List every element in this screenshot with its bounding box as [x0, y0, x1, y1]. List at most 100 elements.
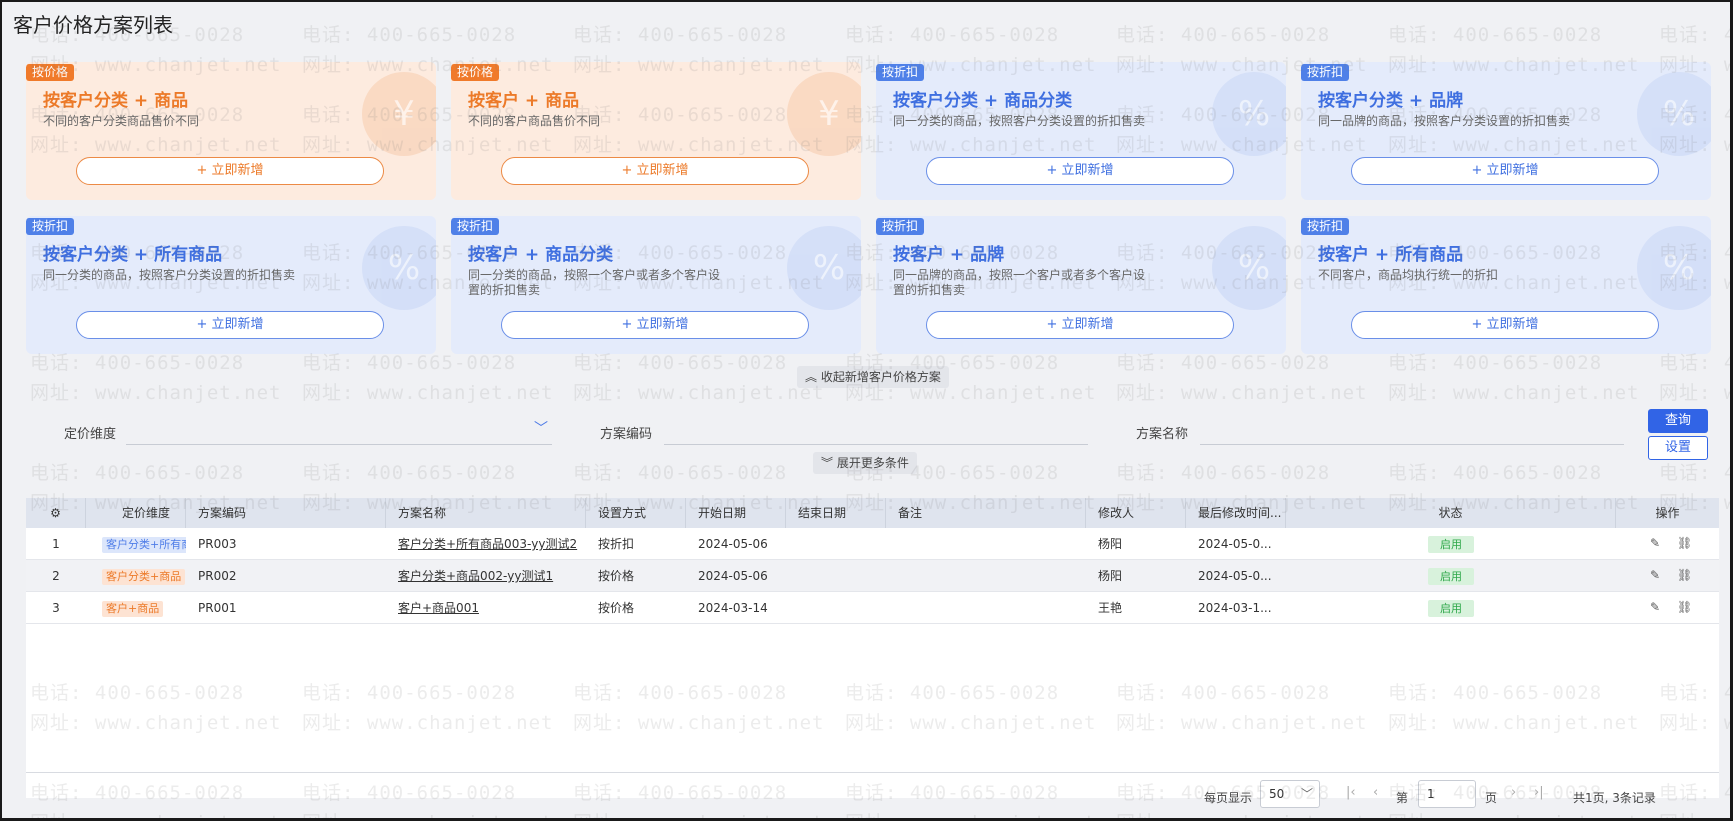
- scheme-card: % 按折扣 按客户分类 + 品牌 同一品牌的商品，按照客户分类设置的折扣售卖 + 立即新…: [1301, 62, 1711, 200]
- card-description: 不同的客户分类商品售价不同: [43, 114, 200, 128]
- modified-time-cell: 2024-05-0...: [1198, 537, 1272, 551]
- scheme-name-link[interactable]: 客户+商品001: [398, 601, 479, 615]
- card-description: 同一分类的商品，按照客户分类设置的折扣售卖: [43, 268, 296, 282]
- setting-button[interactable]: 设置: [1648, 436, 1708, 460]
- watermark-site: 网址: www.chanjet.net: [1116, 808, 1367, 818]
- remark-cell: [898, 592, 1084, 624]
- pricing-dimension-select[interactable]: [126, 444, 552, 445]
- first-page-icon[interactable]: |‹: [1346, 785, 1356, 800]
- status-cell: 启用: [1286, 560, 1616, 592]
- link-icon[interactable]: ⛓: [1677, 537, 1692, 550]
- collapse-label: 收起新增客户价格方案: [820, 370, 941, 384]
- column-header: 修改人: [1086, 498, 1186, 528]
- scheme-name-link[interactable]: 客户分类+所有商品003-yy测试2: [398, 537, 577, 551]
- chevron-double-down-icon: ︾: [821, 456, 834, 470]
- watermark-phone: 电话: 400-665-0028: [1659, 24, 1730, 46]
- column-settings[interactable]: ⚙: [26, 498, 86, 528]
- card-type-tag: 按折扣: [876, 64, 925, 81]
- card-description: 同一分类的商品，按照客户分类设置的折扣售卖: [893, 114, 1146, 128]
- add-new-scheme-button[interactable]: + 立即新增: [501, 157, 809, 185]
- card-type-tag: 按价格: [451, 64, 500, 81]
- card-decoration-icon: ¥: [787, 72, 861, 156]
- setting-method-cell: 按价格: [598, 601, 635, 615]
- add-new-scheme-button[interactable]: + 立即新增: [76, 157, 384, 185]
- card-decoration-icon: %: [362, 226, 436, 310]
- page-title: 客户价格方案列表: [13, 13, 173, 37]
- add-new-scheme-button[interactable]: + 立即新增: [76, 311, 384, 339]
- column-header: 方案编码: [186, 498, 386, 528]
- scheme-table: ⚙ 定价维度 方案编码 方案名称 设置方式 开始日期 结束日期 备注 修改人 最…: [26, 498, 1719, 798]
- watermark-site: 网址: www.chanjet.net: [573, 382, 825, 404]
- table-row[interactable]: 1 客户分类+所有商品 PR003 客户分类+所有商品003-yy测试2 按折扣 2024…: [26, 528, 1719, 560]
- table-row[interactable]: 3 客户+商品 PR001 客户+商品001 按价格 2024-03-14 王艳 2024-0…: [26, 592, 1719, 624]
- link-icon[interactable]: ⛓: [1677, 601, 1692, 614]
- card-title: 按客户分类 + 所有商品: [43, 245, 223, 265]
- card-type-tag: 按折扣: [876, 218, 925, 235]
- add-new-scheme-button[interactable]: + 立即新增: [501, 311, 809, 339]
- prev-page-icon[interactable]: ‹: [1373, 785, 1378, 800]
- card-description: 同一分类的商品，按照一个客户或者多个客户设置的折扣售卖: [468, 268, 721, 297]
- table-row[interactable]: 2 客户分类+商品 PR002 客户分类+商品002-yy测试1 按价格 2024-05-…: [26, 560, 1719, 592]
- scheme-name-input[interactable]: [1200, 444, 1624, 445]
- scheme-card: % 按折扣 按客户 + 品牌 同一品牌的商品，按照一个客户或者多个客户设置的折扣售卖 +…: [876, 216, 1286, 354]
- scheme-name-cell[interactable]: 客户分类+所有商品003-yy测试2: [398, 528, 584, 560]
- scheme-card: ¥ 按价格 按客户分类 + 商品 不同的客户分类商品售价不同 + 立即新增: [26, 62, 436, 200]
- scheme-code-label: 方案编码: [600, 427, 653, 442]
- scheme-name-cell[interactable]: 客户分类+商品002-yy测试1: [398, 560, 584, 592]
- status-cell: 启用: [1286, 592, 1616, 624]
- edit-icon[interactable]: ✎: [1650, 569, 1663, 582]
- gear-icon[interactable]: ⚙: [50, 506, 61, 520]
- column-header: 状态: [1286, 498, 1616, 528]
- add-new-scheme-button[interactable]: + 立即新增: [926, 311, 1234, 339]
- expand-conditions-button[interactable]: ︾ 展开更多条件: [813, 452, 917, 474]
- page-number-input[interactable]: 1: [1418, 780, 1476, 808]
- scheme-code-cell: PR003: [198, 537, 237, 551]
- remark-cell: [898, 528, 1084, 560]
- link-icon[interactable]: ⛓: [1677, 569, 1692, 582]
- watermark-site: 网址: www.chanjet.net: [1116, 382, 1368, 404]
- per-page-select[interactable]: 50 ﹀: [1260, 780, 1320, 808]
- start-date-cell: 2024-03-14: [698, 601, 768, 615]
- collapse-new-scheme-button[interactable]: ︽ 收起新增客户价格方案: [797, 366, 949, 388]
- watermark-site: 网址: www.chanjet.net: [30, 382, 282, 404]
- card-decoration-icon: %: [787, 226, 861, 310]
- pricing-dimension-tag: 客户分类+商品: [102, 568, 186, 585]
- pager-summary: 共1页, 3条记录: [1573, 791, 1656, 805]
- add-new-scheme-button[interactable]: + 立即新增: [926, 157, 1234, 185]
- column-header: 备注: [886, 498, 1086, 528]
- chevron-down-icon[interactable]: ﹀: [534, 418, 548, 438]
- per-page-label: 每页显示: [1204, 791, 1253, 805]
- next-page-icon[interactable]: ›: [1511, 785, 1516, 800]
- query-button[interactable]: 查询: [1648, 409, 1708, 433]
- edit-icon[interactable]: ✎: [1650, 537, 1663, 550]
- last-page-icon[interactable]: ›|: [1534, 785, 1544, 800]
- scheme-code-input[interactable]: [664, 444, 1088, 445]
- status-badge: 启用: [1428, 568, 1474, 585]
- watermark-phone: 电话: 400-665-0028: [1116, 24, 1331, 46]
- watermark-site: 网址: www.chanjet.net: [1659, 808, 1730, 818]
- chevron-down-icon: ﹀: [1300, 787, 1313, 801]
- card-decoration-icon: %: [1212, 226, 1286, 310]
- watermark-phone: 电话: 400-665-0028: [1116, 462, 1331, 484]
- column-header: 操作: [1655, 506, 1680, 520]
- page-number-value: 1: [1427, 787, 1435, 801]
- modifier-cell: 杨阳: [1098, 569, 1123, 583]
- start-date-cell: 2024-05-06: [698, 569, 768, 583]
- card-description: 同一品牌的商品，按照客户分类设置的折扣售卖: [1318, 114, 1571, 128]
- add-new-scheme-button[interactable]: + 立即新增: [1351, 311, 1659, 339]
- end-date-cell: [798, 592, 884, 624]
- card-description: 不同的客户商品售价不同: [468, 114, 601, 128]
- add-new-scheme-button[interactable]: + 立即新增: [1351, 157, 1659, 185]
- watermark-phone: 电话: 400-665-0028: [573, 24, 788, 46]
- edit-icon[interactable]: ✎: [1650, 601, 1663, 614]
- column-header: 定价维度: [86, 498, 186, 528]
- scheme-name-cell[interactable]: 客户+商品001: [398, 592, 584, 624]
- start-date-cell: 2024-05-06: [698, 537, 768, 551]
- scheme-name-link[interactable]: 客户分类+商品002-yy测试1: [398, 569, 553, 583]
- watermark-phone: 电话: 400-665-0028: [302, 24, 517, 46]
- modified-time-cell: 2024-03-1...: [1198, 601, 1272, 615]
- end-date-cell: [798, 560, 884, 592]
- card-title: 按客户分类 + 品牌: [1318, 91, 1464, 111]
- card-type-tag: 按折扣: [1301, 218, 1350, 235]
- watermark-phone: 电话: 400-665-0028: [30, 462, 245, 484]
